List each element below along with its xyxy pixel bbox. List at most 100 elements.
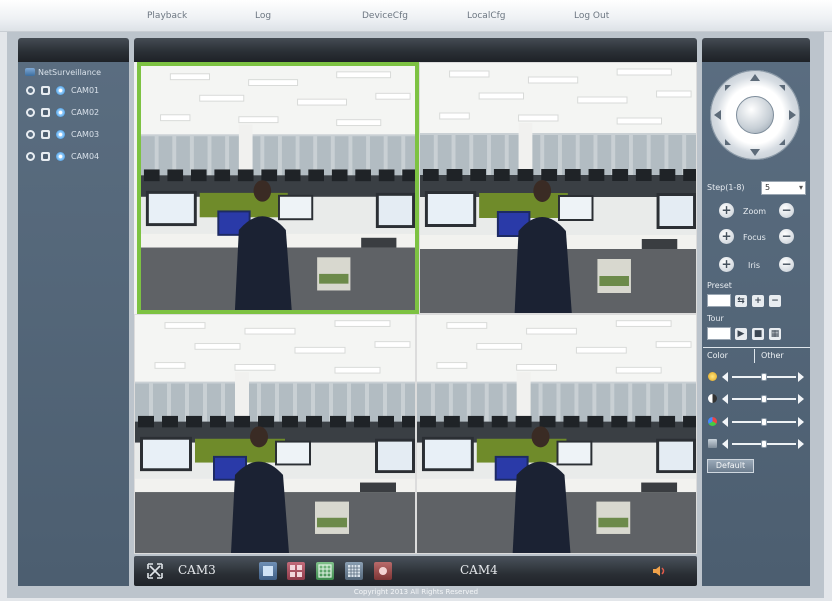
nav-playback[interactable]: Playback — [147, 11, 187, 21]
toolbar-center-label: CAM4 — [460, 563, 498, 577]
default-button[interactable]: Default — [707, 459, 754, 473]
ptz-center-button[interactable] — [736, 96, 774, 134]
arrow-down-icon[interactable] — [750, 149, 760, 156]
tour-label: Tour — [707, 314, 724, 323]
slider-track[interactable] — [732, 418, 796, 426]
speaker-icon — [653, 566, 665, 576]
focus-far-button[interactable]: − — [779, 229, 794, 244]
camera-icon — [56, 151, 65, 161]
arrow-up-right-icon[interactable] — [779, 85, 785, 91]
iris-label: Iris — [748, 261, 761, 270]
contrast-slider[interactable] — [708, 393, 806, 405]
preset-input[interactable] — [707, 294, 731, 307]
tree-item-cam01[interactable]: CAM01 — [26, 82, 99, 98]
video-toolbar: CAM3 CAM4 — [134, 556, 697, 586]
record-icon — [379, 567, 387, 575]
camera-icon — [56, 129, 65, 139]
focus-near-button[interactable]: + — [719, 229, 734, 244]
iris-open-button[interactable]: + — [719, 257, 734, 272]
video-panel-header — [134, 38, 697, 62]
saturation-slider[interactable] — [708, 416, 806, 428]
record-status-icon — [26, 85, 35, 95]
nav-local-cfg[interactable]: LocalCfg — [467, 11, 506, 21]
hue-slider[interactable] — [708, 438, 806, 450]
increase-icon[interactable] — [798, 417, 804, 427]
split1-button[interactable] — [259, 562, 277, 580]
video-tile-2[interactable] — [419, 62, 697, 314]
split4-button[interactable] — [287, 562, 305, 580]
preset-goto-button[interactable]: ⇆ — [735, 295, 747, 307]
volume-button[interactable] — [650, 562, 668, 580]
slider-knob[interactable] — [761, 373, 767, 381]
camera-feed-image — [420, 63, 696, 313]
toolbar-left-label: CAM3 — [178, 563, 216, 577]
preset-add-button[interactable]: + — [752, 295, 764, 307]
tab-color[interactable]: Color — [703, 349, 755, 363]
tour-input[interactable] — [707, 327, 731, 340]
arrow-up-icon[interactable] — [750, 74, 760, 81]
arrow-up-left-icon[interactable] — [725, 85, 731, 91]
stream-icon — [41, 151, 50, 161]
arrow-right-icon[interactable] — [789, 110, 796, 120]
increase-icon[interactable] — [798, 394, 804, 404]
increase-icon[interactable] — [798, 439, 804, 449]
camera-feed-image — [417, 315, 696, 553]
split9-button[interactable] — [316, 562, 334, 580]
preset-delete-button[interactable]: − — [769, 295, 781, 307]
single-view-icon — [263, 566, 273, 576]
tour-settings-button[interactable]: ▦ — [769, 328, 781, 340]
iris-close-button[interactable]: − — [779, 257, 794, 272]
tree-item-cam03[interactable]: CAM03 — [26, 126, 99, 142]
tour-start-button[interactable]: ▶ — [735, 328, 747, 340]
network-icon — [25, 68, 35, 76]
tab-divider — [703, 347, 810, 348]
fullscreen-button[interactable] — [146, 562, 164, 580]
decrease-icon[interactable] — [722, 417, 728, 427]
decrease-icon[interactable] — [722, 394, 728, 404]
slider-knob[interactable] — [761, 395, 767, 403]
camera-label: CAM01 — [71, 85, 100, 95]
tree-root[interactable]: NetSurveillance — [25, 64, 101, 80]
brightness-slider[interactable] — [708, 371, 806, 383]
nav-log[interactable]: Log — [255, 11, 271, 21]
tree-item-cam04[interactable]: CAM04 — [26, 148, 99, 164]
camera-feed-image — [135, 315, 415, 553]
step-label: Step(1-8) — [707, 183, 745, 192]
slider-track[interactable] — [732, 395, 796, 403]
video-tile-3[interactable] — [134, 314, 416, 554]
slider-knob[interactable] — [761, 440, 767, 448]
copyright-text: Copyright 2013 All Rights Reserved — [353, 588, 479, 596]
record-status-icon — [26, 129, 35, 139]
arrow-down-left-icon[interactable] — [725, 139, 731, 145]
decrease-icon[interactable] — [722, 439, 728, 449]
saturation-icon — [708, 417, 717, 426]
arrow-left-icon[interactable] — [714, 110, 721, 120]
camera-icon — [56, 85, 65, 95]
tree-item-cam02[interactable]: CAM02 — [26, 104, 99, 120]
camera-label: CAM03 — [71, 129, 100, 139]
slider-track[interactable] — [732, 440, 796, 448]
video-tile-4[interactable] — [416, 314, 697, 554]
camera-label: CAM02 — [71, 107, 100, 117]
camera-icon — [56, 107, 65, 117]
fullscreen-icon — [147, 563, 163, 579]
nav-device-cfg[interactable]: DeviceCfg — [362, 11, 408, 21]
increase-icon[interactable] — [798, 372, 804, 382]
tab-other[interactable]: Other — [757, 349, 788, 363]
nav-log-out[interactable]: Log Out — [574, 11, 609, 21]
video-tile-1[interactable] — [137, 62, 419, 314]
record-button[interactable] — [374, 562, 392, 580]
decrease-icon[interactable] — [722, 372, 728, 382]
control-panel-header — [702, 38, 810, 62]
step-select[interactable]: 5 — [761, 181, 806, 195]
split16-button[interactable] — [345, 562, 363, 580]
arrow-down-right-icon[interactable] — [779, 139, 785, 145]
zoom-label: Zoom — [743, 207, 767, 216]
zoom-in-button[interactable]: + — [719, 203, 734, 218]
tour-stop-button[interactable]: ■ — [752, 328, 764, 340]
brightness-icon — [708, 372, 717, 381]
slider-knob[interactable] — [761, 418, 767, 426]
stream-icon — [41, 85, 50, 95]
zoom-out-button[interactable]: − — [779, 203, 794, 218]
slider-track[interactable] — [732, 373, 796, 381]
